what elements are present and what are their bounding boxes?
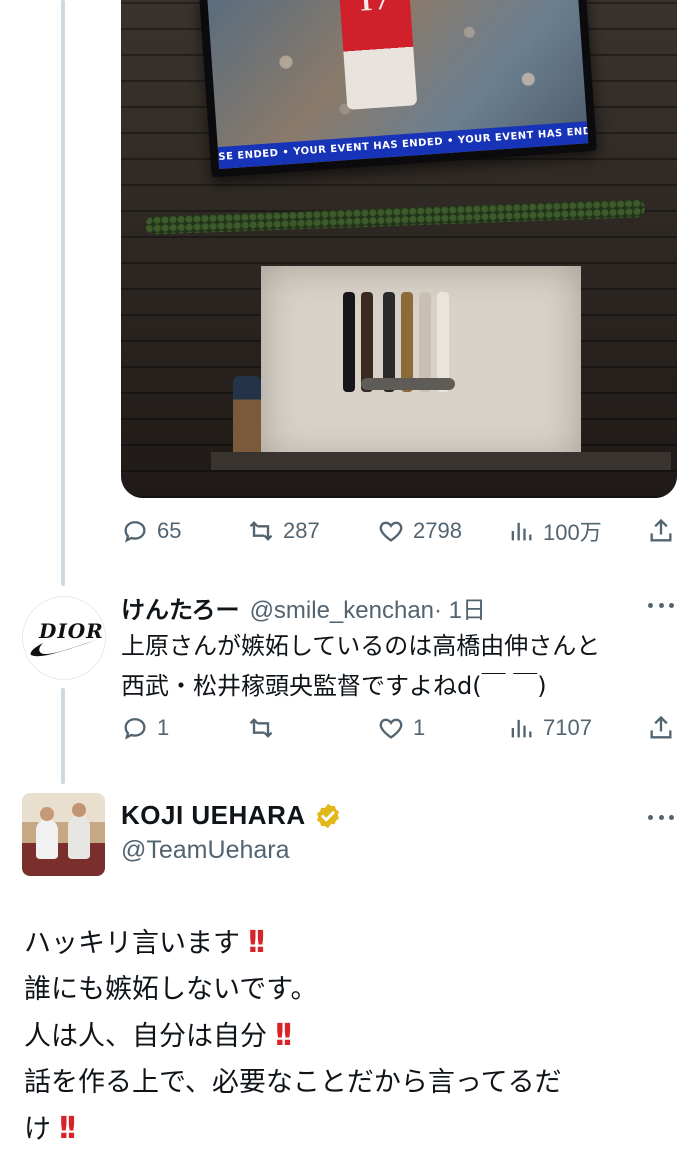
share-icon — [650, 715, 672, 739]
double-exclamation-emoji: !! — [246, 925, 268, 960]
more-options-icon[interactable] — [648, 815, 674, 823]
more-options-icon[interactable] — [648, 603, 674, 611]
beer-tap — [401, 292, 413, 392]
reply-button[interactable]: 1 — [121, 708, 169, 748]
user-handle[interactable]: @smile_kenchan — [250, 597, 434, 625]
view-count: 7107 — [543, 715, 592, 740]
reply-action-bar: 1 1 7107 — [121, 708, 681, 748]
tweet-text-line: 誰にも嫉妬しないです。 — [24, 967, 664, 1013]
user-handle[interactable]: @TeamUehara — [121, 836, 290, 865]
tweet-text-line: ハッキリ言います!! — [24, 920, 664, 967]
views-button[interactable]: 7107 — [507, 708, 592, 748]
tv-screen: 17 SE ENDED • YOUR EVENT HAS ENDED • YOU… — [199, 0, 597, 178]
share-button[interactable] — [647, 708, 675, 748]
reply-button[interactable]: 65 — [121, 511, 181, 551]
text-segment: 話を作る上で、必要なことだから言ってるだ — [24, 1067, 562, 1098]
shelf — [211, 452, 671, 470]
share-button[interactable] — [647, 511, 675, 551]
like-count: 2798 — [413, 518, 462, 543]
views-chart-icon — [511, 522, 532, 541]
reply-text-line: 上原さんが嫉妬しているのは高橋由伸さんと — [121, 632, 601, 660]
views-chart-icon — [511, 719, 532, 738]
reply-text-line: 西武・松井稼頭央監督ですよねd(￣ ￣) — [121, 672, 547, 700]
thread-connector-top — [61, 0, 65, 586]
avatar[interactable] — [22, 793, 105, 876]
reply-icon — [124, 521, 146, 543]
like-button[interactable]: 1 — [377, 708, 425, 748]
baseball-player — [338, 0, 418, 110]
swoosh-logo — [30, 639, 100, 657]
reply-count: 65 — [157, 518, 182, 543]
tweet-body: ハッキリ言います!! 誰にも嫉妬しないです。 人は人、自分は自分!! 話を作る上… — [24, 920, 664, 1153]
tweet-media-photo[interactable]: 17 SE ENDED • YOUR EVENT HAS ENDED • YOU… — [121, 0, 677, 498]
beer-tap — [419, 292, 431, 392]
person-figure — [36, 819, 58, 859]
display-name[interactable]: けんたろー — [121, 590, 240, 625]
tweet-text-line: 人は人、自分は自分!! — [24, 1013, 664, 1060]
jersey-number: 17 — [357, 0, 390, 17]
verified-badge-icon — [316, 803, 339, 828]
views-button[interactable]: 100万 — [507, 511, 602, 551]
text-segment: 誰にも嫉妬しないです。 — [24, 974, 318, 1005]
beer-tap — [361, 292, 373, 392]
reply-body: 上原さんが嫉妬しているのは高橋由伸さんと 西武・松井稼頭央監督ですよねd(￣ ￣… — [121, 626, 661, 706]
tweet-text-line: け!! — [24, 1106, 664, 1153]
tap-rail — [361, 378, 455, 390]
beer-tap — [437, 292, 449, 392]
reply-icon — [124, 718, 146, 740]
repost-count: 287 — [283, 518, 320, 543]
repost-button[interactable] — [247, 708, 283, 748]
avatar[interactable]: DIOR — [22, 596, 106, 680]
timestamp[interactable]: · 1日 — [434, 590, 486, 625]
main-author: KOJI UEHARA — [121, 800, 342, 831]
tweet-action-bar: 65 287 2798 100万 — [121, 511, 681, 551]
reply-count: 1 — [157, 715, 170, 740]
tweet-text-line: 話を作る上で、必要なことだから言ってるだ — [24, 1060, 664, 1106]
spray-bottle — [233, 376, 261, 454]
heart-icon — [379, 718, 403, 739]
thread-connector-bottom — [61, 688, 65, 784]
view-count: 100万 — [543, 520, 602, 545]
share-icon — [650, 518, 672, 542]
text-segment: け — [24, 1114, 51, 1145]
person-head — [40, 807, 54, 821]
text-segment: 人は人、自分は自分 — [24, 1021, 267, 1052]
beer-tap — [383, 292, 395, 392]
text-segment: ハッキリ言います — [24, 928, 240, 959]
repost-button[interactable]: 287 — [247, 511, 320, 551]
double-exclamation-emoji: !! — [273, 1018, 295, 1053]
like-count: 1 — [413, 715, 426, 740]
repost-icon — [249, 718, 273, 738]
double-exclamation-emoji: !! — [57, 1111, 79, 1146]
like-button[interactable]: 2798 — [377, 511, 462, 551]
heart-icon — [379, 521, 403, 542]
display-name[interactable]: KOJI UEHARA — [121, 800, 306, 831]
beer-tap — [343, 292, 355, 392]
repost-icon — [249, 521, 273, 541]
reply-header: けんたろー @smile_kenchan · 1日 — [121, 590, 486, 625]
person-figure — [68, 815, 90, 859]
person-head — [72, 803, 86, 817]
